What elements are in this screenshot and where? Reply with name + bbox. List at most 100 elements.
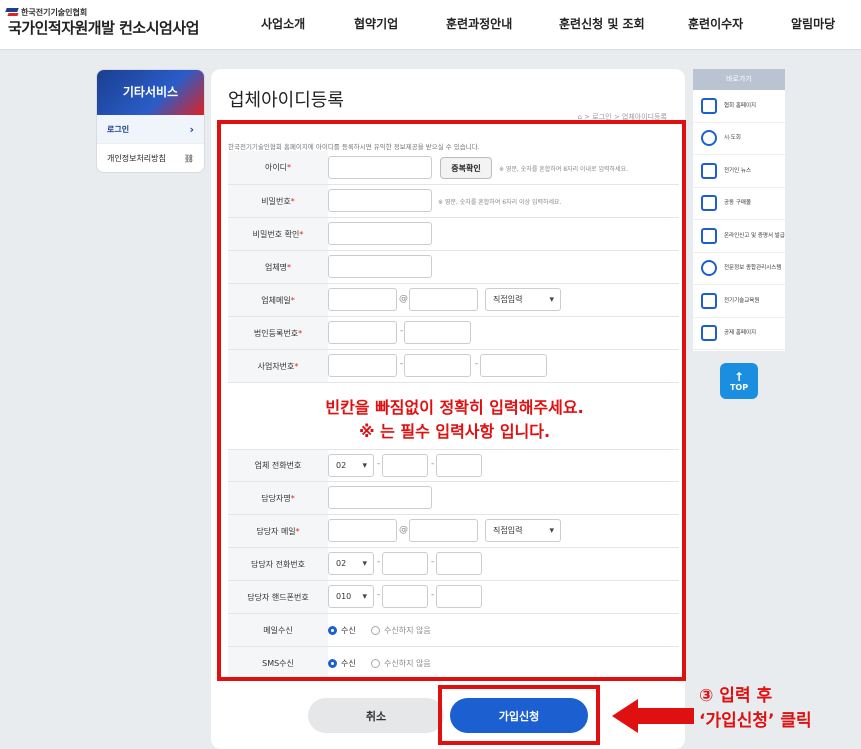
nav-item[interactable]: 알림마당 [791,15,835,32]
nav-item[interactable]: 협약기업 [354,15,398,32]
quick-item-certificate[interactable]: 온라인신고 및 증명서 발급 [693,220,785,253]
manager-mobile-middle-input[interactable] [382,585,428,608]
instruction-line1: 빈칸을 빠짐없이 정확히 입력해주세요. [325,398,584,417]
sidebar-title: 기타서비스 [97,70,204,115]
quick-item-mutual-aid[interactable]: 공제 홈페이지 [693,318,785,350]
biz-number-second-input[interactable] [404,354,471,377]
quick-menu: 바로가기 협회 홈페이지 시·도회 전기인 뉴스 공동 구매몰 온라인신고 및 … [693,69,785,351]
id-input[interactable] [328,156,432,179]
link-icon: ⛓ [183,153,194,163]
manager-email-domain-select[interactable]: 직접입력 [485,519,561,542]
row-password-confirm: 비밀번호 확인 * [228,218,679,251]
label-manager-phone: 담당자 전화번호 [250,559,306,569]
email-receive-yes-radio[interactable]: 수신 [328,625,356,636]
company-email-id-input[interactable] [328,288,397,311]
document-icon [701,162,717,179]
label-corp-number: 법인등록번호 [253,328,299,338]
scroll-top-button[interactable]: ↑ TOP [720,363,758,399]
email-receive-no-radio[interactable]: 수신하지 않음 [371,625,431,636]
nav-item[interactable]: 훈련이수자 [688,15,743,32]
quick-item-info-system[interactable]: 전문정보 종합관리시스템 [693,253,785,285]
required-mark: * [298,328,303,338]
password-confirm-input[interactable] [328,222,432,245]
manager-email-domain-input[interactable] [409,519,478,542]
company-phone-last-input[interactable] [436,454,482,477]
quick-item-branch[interactable]: 시·도회 [693,123,785,155]
radio-unchecked-icon [371,659,380,668]
manager-phone-last-input[interactable] [436,552,482,575]
callout-line2: ‘가입신청’ 클릭 [699,711,812,731]
nav-item[interactable]: 훈련과정안내 [446,15,512,32]
password-input[interactable] [328,189,432,212]
quick-item-mall[interactable]: 공동 구매몰 [693,188,785,220]
quick-item-home[interactable]: 협회 홈페이지 [693,90,785,123]
label-company-email: 업체메일 [261,295,291,305]
label-email-receive: 메일수신 [263,625,293,635]
site-title[interactable]: 국가인적자원개발 컨소시엄사업 [8,17,199,38]
corp-number-first-input[interactable] [328,321,397,344]
sms-receive-no-radio[interactable]: 수신하지 않음 [371,658,431,669]
company-name-input[interactable] [328,255,432,278]
company-phone-middle-input[interactable] [382,454,428,477]
dash: - [400,359,404,369]
quick-item-label: 온라인신고 및 증명서 발급 [724,232,785,239]
sidebar: 기타서비스 로그인 › 개인정보처리방침 ⛓ [96,69,205,173]
row-manager-name: 담당자명 * [228,482,679,515]
book-icon [701,292,717,309]
row-corp-number: 법인등록번호 * - [228,317,679,350]
submit-button[interactable]: 가입신청 [450,698,588,733]
row-biz-number: 사업자번호 * - - [228,350,679,383]
id-check-button[interactable]: 중복확인 [440,157,492,179]
row-sms-receive: SMS수신 수신 수신하지 않음 [228,647,679,680]
quick-item-label: 전기인 뉴스 [724,167,752,174]
quick-item-label: 전기기술교육원 [724,297,760,304]
sidebar-item-privacy[interactable]: 개인정보처리방침 ⛓ [97,144,204,172]
manager-phone-middle-input[interactable] [382,552,428,575]
required-mark: * [295,526,300,536]
quick-item-label: 협회 홈페이지 [724,102,757,109]
company-email-domain-select[interactable]: 직접입력 [485,288,561,311]
biz-number-third-input[interactable] [480,354,547,377]
arrow-up-icon: ↑ [733,369,745,384]
dash: - [431,459,435,469]
biz-number-first-input[interactable] [328,354,397,377]
company-phone-area-select[interactable]: 02 [328,454,374,477]
logo-icon [6,8,18,17]
manager-name-input[interactable] [328,486,432,509]
dash: - [475,359,479,369]
quick-item-label: 공제 홈페이지 [724,330,757,337]
sms-receive-yes-radio[interactable]: 수신 [328,658,356,669]
manager-mobile-prefix-select[interactable]: 010 [328,585,374,608]
instruction-line2: ※ 는 필수 입력사항 입니다. [358,422,551,441]
nav-item[interactable]: 훈련신청 및 조회 [559,15,645,32]
chevron-right-icon: › [189,122,194,136]
required-mark: * [294,361,299,371]
nav-item[interactable]: 사업소개 [261,15,305,32]
manager-email-id-input[interactable] [328,519,397,542]
row-id: 아이디 * 중복확인 ※ 영문, 숫자를 혼합하여 8자리 이내로 입력하세요. [228,151,679,185]
quick-item-news[interactable]: 전기인 뉴스 [693,155,785,188]
manager-mobile-last-input[interactable] [436,585,482,608]
required-mark: * [287,262,292,272]
arrow-left-icon [612,699,694,733]
company-email-domain-input[interactable] [409,288,478,311]
select-value: 직접입력 [493,526,523,535]
sidebar-item-login[interactable]: 로그인 › [97,115,204,144]
label-company-phone: 업체 전화번호 [254,461,302,470]
dash: - [431,557,435,567]
select-value: 직접입력 [493,295,523,304]
label-company-name: 업체명 [264,262,288,272]
home-icon [701,97,717,114]
quick-item-label: 전문정보 종합관리시스템 [724,265,782,272]
dash: - [377,557,381,567]
page-title: 업체아이디등록 [228,90,344,111]
corp-number-second-input[interactable] [404,321,471,344]
label-manager-name: 담당자명 [261,493,291,503]
label-manager-mobile: 담당자 핸드폰번호 [247,592,309,602]
quick-item-education[interactable]: 전기기술교육원 [693,285,785,318]
manager-phone-area-select[interactable]: 02 [328,552,374,575]
cancel-button[interactable]: 취소 [308,698,444,733]
scroll-top-label: TOP [729,382,749,392]
radio-label: 수신하지 않음 [384,659,431,668]
callout-text: ③ 입력 후 ‘가입신청’ 클릭 [699,684,812,734]
